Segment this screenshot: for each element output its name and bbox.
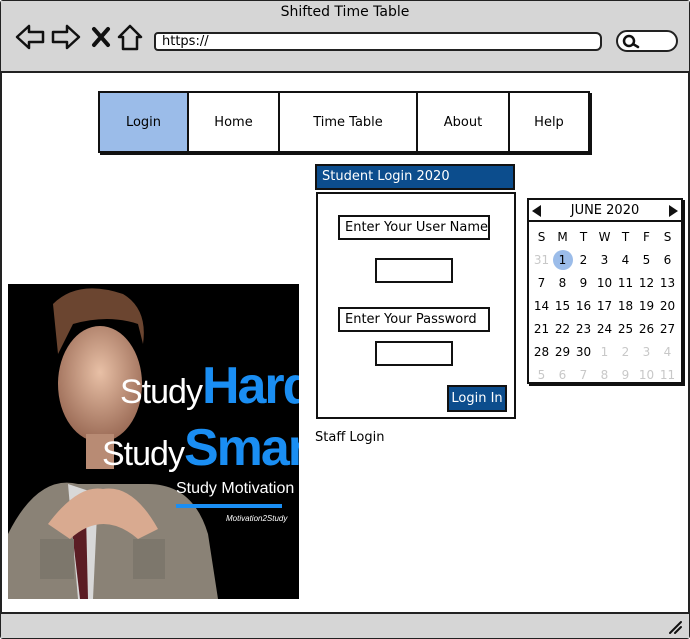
window-title: Shifted Time Table bbox=[280, 4, 410, 20]
calendar-day[interactable]: 15 bbox=[552, 294, 573, 317]
calendar-weekday: W bbox=[598, 229, 611, 244]
search-icon bbox=[622, 34, 640, 49]
calendar-day[interactable]: 20 bbox=[657, 294, 678, 317]
calendar-day[interactable]: 18 bbox=[615, 294, 636, 317]
nav-time-table[interactable]: Time Table bbox=[280, 93, 418, 151]
hero-divider bbox=[176, 504, 282, 508]
calendar-day[interactable]: 7 bbox=[531, 271, 552, 294]
hero-study-word: Study bbox=[120, 373, 203, 411]
close-icon[interactable] bbox=[90, 22, 112, 52]
calendar-day[interactable]: 19 bbox=[636, 294, 657, 317]
calendar-day-outside-month[interactable]: 4 bbox=[657, 340, 678, 363]
calendar-day[interactable]: 25 bbox=[615, 317, 636, 340]
login-panel-title: Student Login 2020 bbox=[315, 164, 515, 190]
calendar-day[interactable]: 17 bbox=[594, 294, 615, 317]
calendar-day[interactable]: 21 bbox=[531, 317, 552, 340]
calendar-day[interactable]: 9 bbox=[573, 271, 594, 294]
hero-text-line1: StudyHard bbox=[120, 356, 299, 416]
login-button[interactable]: Login In bbox=[447, 385, 507, 412]
calendar-widget: JUNE 2020 S M T W T F S 31 1 2 3 4 5 6 7 8 9 10 11 12 13 14 15… bbox=[527, 198, 683, 384]
calendar-day-outside-month[interactable]: 10 bbox=[636, 363, 657, 386]
password-label: Enter Your Password bbox=[338, 307, 490, 332]
calendar-weekday: T bbox=[621, 229, 630, 244]
calendar-grid: S M T W T F S 31 1 2 3 4 5 6 7 8 9 10 11 12 13 14 15 16 17 18 19 20… bbox=[531, 225, 679, 386]
hero-smart-word: Smart bbox=[183, 419, 299, 477]
calendar-day-outside-month[interactable]: 7 bbox=[573, 363, 594, 386]
calendar-day[interactable]: 4 bbox=[615, 248, 636, 271]
resize-grip-icon[interactable] bbox=[667, 619, 683, 635]
hero-text-line2: StudySmart bbox=[102, 418, 299, 478]
calendar-day-outside-month[interactable]: 11 bbox=[657, 363, 678, 386]
calendar-month: JUNE 2020 bbox=[529, 200, 681, 222]
next-month-icon[interactable] bbox=[669, 205, 678, 217]
calendar-day[interactable]: 8 bbox=[552, 271, 573, 294]
calendar-day[interactable]: 22 bbox=[552, 317, 573, 340]
password-input[interactable] bbox=[375, 341, 453, 366]
calendar-day[interactable]: 23 bbox=[573, 317, 594, 340]
hero-hard-word: Hard bbox=[201, 357, 299, 415]
calendar-day-outside-month[interactable]: 9 bbox=[615, 363, 636, 386]
calendar-day[interactable]: 11 bbox=[615, 271, 636, 294]
hero-study-word-2: Study bbox=[102, 435, 185, 473]
calendar-weekday: F bbox=[643, 229, 650, 244]
calendar-weekday: T bbox=[579, 229, 588, 244]
home-icon[interactable] bbox=[116, 22, 144, 52]
calendar-day[interactable]: 14 bbox=[531, 294, 552, 317]
nav-help[interactable]: Help bbox=[510, 93, 588, 151]
staff-login-link[interactable]: Staff Login bbox=[315, 430, 384, 445]
forward-icon[interactable] bbox=[50, 22, 82, 52]
nav-about[interactable]: About bbox=[418, 93, 510, 151]
calendar-day-outside-month[interactable]: 6 bbox=[552, 363, 573, 386]
calendar-day-outside-month[interactable]: 2 bbox=[615, 340, 636, 363]
calendar-day[interactable]: 27 bbox=[657, 317, 678, 340]
calendar-day-outside-month[interactable]: 5 bbox=[531, 363, 552, 386]
url-input[interactable]: https:// bbox=[154, 32, 602, 51]
username-input[interactable] bbox=[375, 258, 453, 283]
calendar-weekday: S bbox=[663, 229, 672, 244]
calendar-day[interactable]: 12 bbox=[636, 271, 657, 294]
search-input[interactable] bbox=[616, 30, 678, 52]
calendar-day[interactable]: 24 bbox=[594, 317, 615, 340]
calendar-day-outside-month[interactable]: 8 bbox=[594, 363, 615, 386]
calendar-day[interactable]: 16 bbox=[573, 294, 594, 317]
motivation-image: StudyHard StudySmart Study Motivation Mo… bbox=[8, 284, 299, 599]
calendar-day[interactable]: 13 bbox=[657, 271, 678, 294]
calendar-day-selected[interactable]: 1 bbox=[552, 248, 573, 271]
calendar-day[interactable]: 3 bbox=[594, 248, 615, 271]
nav-login[interactable]: Login bbox=[100, 93, 189, 151]
main-nav: Login Home Time Table About Help bbox=[98, 91, 590, 153]
calendar-day[interactable]: 28 bbox=[531, 340, 552, 363]
calendar-day[interactable]: 26 bbox=[636, 317, 657, 340]
calendar-day[interactable]: 2 bbox=[573, 248, 594, 271]
back-icon[interactable] bbox=[14, 22, 46, 52]
username-label: Enter Your User Name bbox=[338, 215, 490, 240]
hero-subtitle: Study Motivation bbox=[176, 480, 295, 497]
calendar-day-outside-month[interactable]: 1 bbox=[594, 340, 615, 363]
calendar-day[interactable]: 6 bbox=[657, 248, 678, 271]
calendar-day-label: 1 bbox=[552, 249, 573, 270]
calendar-day[interactable]: 29 bbox=[552, 340, 573, 363]
nav-home[interactable]: Home bbox=[189, 93, 280, 151]
calendar-day[interactable]: 10 bbox=[594, 271, 615, 294]
calendar-day-outside-month[interactable]: 31 bbox=[531, 248, 552, 271]
status-bar bbox=[1, 612, 689, 638]
calendar-day[interactable]: 5 bbox=[636, 248, 657, 271]
calendar-day-outside-month[interactable]: 3 bbox=[636, 340, 657, 363]
calendar-day[interactable]: 30 bbox=[573, 340, 594, 363]
prev-month-icon[interactable] bbox=[532, 205, 541, 217]
calendar-weekday: S bbox=[537, 229, 546, 244]
calendar-weekday: M bbox=[557, 229, 568, 244]
hero-logo-text: Motivation2Study bbox=[226, 514, 288, 523]
